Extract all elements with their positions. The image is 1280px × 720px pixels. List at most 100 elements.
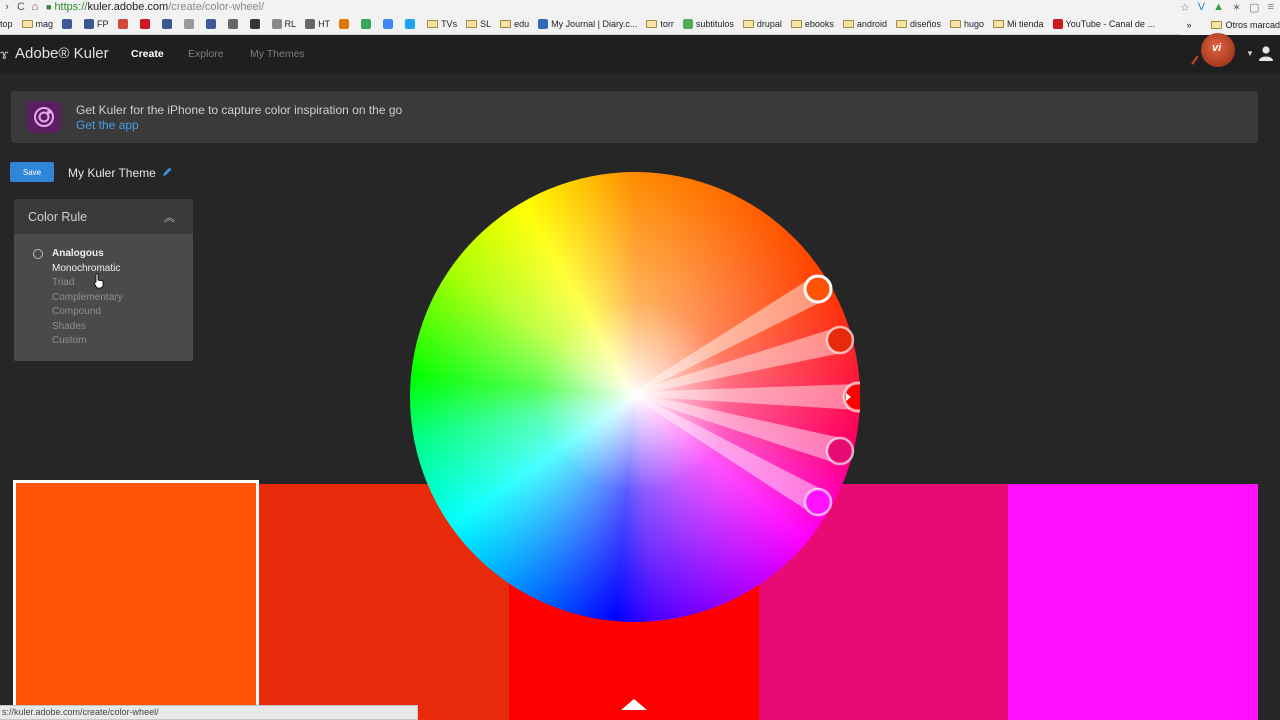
color-handle[interactable] bbox=[803, 274, 833, 304]
color-rule-option[interactable]: Shades bbox=[52, 321, 86, 332]
color-rule-option[interactable]: Monochromatic bbox=[52, 263, 120, 274]
star-icon[interactable]: ☆ bbox=[1180, 1, 1190, 14]
bookmark-item[interactable]: My Journal | Diary.c... bbox=[538, 19, 637, 29]
bookmarks-overflow: » Otros marcad bbox=[1180, 14, 1280, 35]
bookmark-label: torr bbox=[660, 19, 674, 29]
bookmark-label: TVs bbox=[441, 19, 458, 29]
menu-icon[interactable]: ≡ bbox=[1268, 1, 1274, 13]
bookmark-label: Mi tienda bbox=[1007, 19, 1044, 29]
folder-icon bbox=[993, 20, 1005, 28]
bookmark-item[interactable]: top bbox=[0, 19, 13, 29]
get-app-link[interactable]: Get the app bbox=[76, 118, 139, 132]
bookmark-item[interactable]: mag bbox=[21, 19, 53, 29]
collapse-icon[interactable]: ︽ bbox=[164, 209, 175, 225]
bookmark-item[interactable]: HT bbox=[305, 19, 330, 29]
bookmark-item[interactable]: hugo bbox=[949, 19, 985, 29]
color-handle[interactable] bbox=[803, 487, 833, 517]
bookmark-item[interactable] bbox=[249, 19, 263, 29]
radio-icon[interactable] bbox=[33, 249, 43, 259]
url-path[interactable]: /create/color-wheel/ bbox=[168, 1, 264, 13]
folder-icon bbox=[842, 20, 854, 28]
hand-cursor-icon bbox=[93, 273, 104, 289]
bookmark-item[interactable]: SL bbox=[466, 19, 491, 29]
pencil-icon[interactable] bbox=[161, 166, 173, 178]
bookmark-item[interactable] bbox=[183, 19, 197, 29]
url-scheme[interactable]: https:// bbox=[54, 1, 87, 13]
nav-explore[interactable]: Explore bbox=[188, 48, 224, 60]
bookmark-item[interactable] bbox=[339, 19, 352, 29]
bookmark-item[interactable]: diseños bbox=[895, 19, 941, 29]
color-rule-option[interactable]: Complementary bbox=[52, 292, 123, 303]
window-icon[interactable]: ▢ bbox=[1249, 1, 1259, 14]
brand-name: Adobe® Kuler bbox=[15, 45, 109, 62]
drive-icon[interactable]: ▲ bbox=[1213, 1, 1224, 13]
bookmark-item[interactable] bbox=[383, 19, 396, 29]
color-rule-option[interactable]: Triad bbox=[52, 277, 74, 288]
color-rule-option[interactable]: Compound bbox=[52, 306, 101, 317]
bookmark-item[interactable]: subtitulos bbox=[682, 19, 734, 29]
kuler-logo-icon: ɤ bbox=[0, 45, 9, 62]
bookmark-item[interactable] bbox=[361, 19, 374, 29]
bookmark-item[interactable]: Mi tienda bbox=[993, 19, 1044, 29]
folder-icon bbox=[500, 20, 512, 28]
bookmark-item[interactable] bbox=[117, 19, 131, 29]
user-icon[interactable] bbox=[1258, 45, 1274, 61]
color-rule-option[interactable]: Analogous bbox=[52, 248, 104, 259]
bookmark-label: android bbox=[856, 19, 887, 29]
wheel-handles-layer bbox=[630, 274, 860, 517]
swatch-1[interactable] bbox=[13, 480, 259, 720]
bookmark-item[interactable]: YouTube - Canal de ... bbox=[1052, 19, 1155, 29]
bookmark-item[interactable]: RL bbox=[271, 19, 296, 29]
bookmark-item[interactable] bbox=[161, 19, 175, 29]
browser-extension-icons: ☆ V ▲ ✶ ▢ ≡ bbox=[1180, 0, 1274, 14]
settings-icon[interactable]: ✶ bbox=[1232, 1, 1241, 14]
url-host[interactable]: kuler.adobe.com bbox=[87, 1, 168, 13]
brand[interactable]: ɤ Adobe® Kuler bbox=[0, 45, 109, 62]
kuler-top-nav: ɤ Adobe® Kuler Create Explore My Themes bbox=[0, 35, 1280, 73]
folder-icon bbox=[427, 20, 439, 28]
bookmark-item[interactable]: torr bbox=[646, 19, 674, 29]
bookmark-favicon-icon bbox=[682, 19, 693, 29]
banner-text: Get Kuler for the iPhone to capture colo… bbox=[76, 103, 403, 117]
bookmark-item[interactable] bbox=[227, 19, 241, 29]
reload-icon[interactable]: C bbox=[14, 0, 28, 14]
bookmarks-overflow-chevron[interactable]: » bbox=[1186, 20, 1191, 30]
color-wheel[interactable] bbox=[410, 172, 860, 622]
bookmark-item[interactable] bbox=[139, 19, 153, 29]
bookmark-label: hugo bbox=[963, 19, 985, 29]
color-handle[interactable] bbox=[825, 325, 855, 355]
nav-create[interactable]: Create bbox=[131, 48, 164, 60]
other-bookmarks[interactable]: Otros marcad bbox=[1225, 20, 1280, 30]
bookmark-label: SL bbox=[480, 19, 492, 29]
color-rule-option[interactable]: Custom bbox=[52, 335, 86, 346]
folder-icon bbox=[646, 20, 658, 28]
bookmark-item[interactable] bbox=[62, 19, 75, 29]
bookmark-item[interactable]: drupal bbox=[742, 19, 782, 29]
bookmark-label: top bbox=[0, 19, 13, 29]
bookmark-item[interactable] bbox=[405, 19, 418, 29]
bookmark-item[interactable]: edu bbox=[500, 19, 529, 29]
swatch-5[interactable] bbox=[1008, 484, 1258, 720]
color-handle[interactable] bbox=[825, 436, 855, 466]
color-rule-header[interactable]: Color Rule ︽ bbox=[14, 199, 193, 234]
browser-toolbar: › C ⌂ ■ https://kuler.adobe.com/create/c… bbox=[0, 0, 1280, 14]
bookmark-label: subtitulos bbox=[695, 19, 734, 29]
save-button[interactable]: Save bbox=[10, 162, 54, 182]
lock-icon: ■ bbox=[46, 2, 52, 12]
bookmark-item[interactable]: android bbox=[842, 19, 887, 29]
bookmark-item[interactable]: ebooks bbox=[790, 19, 834, 29]
theme-title[interactable]: My Kuler Theme bbox=[68, 166, 156, 180]
nav-my-themes[interactable]: My Themes bbox=[250, 48, 305, 60]
forward-icon[interactable]: › bbox=[0, 0, 14, 14]
bookmarks-bar: top mag FP RL HT TVs SL edu My Journal | Diary.c… bbox=[0, 14, 1280, 35]
home-icon[interactable]: ⌂ bbox=[28, 0, 42, 14]
folder-icon bbox=[1211, 20, 1223, 29]
vimeo-icon[interactable]: V bbox=[1198, 1, 1205, 13]
chevron-down-icon[interactable]: ▼ bbox=[1246, 49, 1254, 58]
folder-icon bbox=[466, 20, 478, 28]
bookmark-item[interactable] bbox=[205, 19, 219, 29]
bookmark-item[interactable]: TVs bbox=[427, 19, 457, 29]
bookmark-item[interactable]: FP bbox=[84, 19, 109, 29]
bookmark-label: diseños bbox=[909, 19, 941, 29]
bookmark-label: My Journal | Diary.c... bbox=[551, 19, 638, 29]
